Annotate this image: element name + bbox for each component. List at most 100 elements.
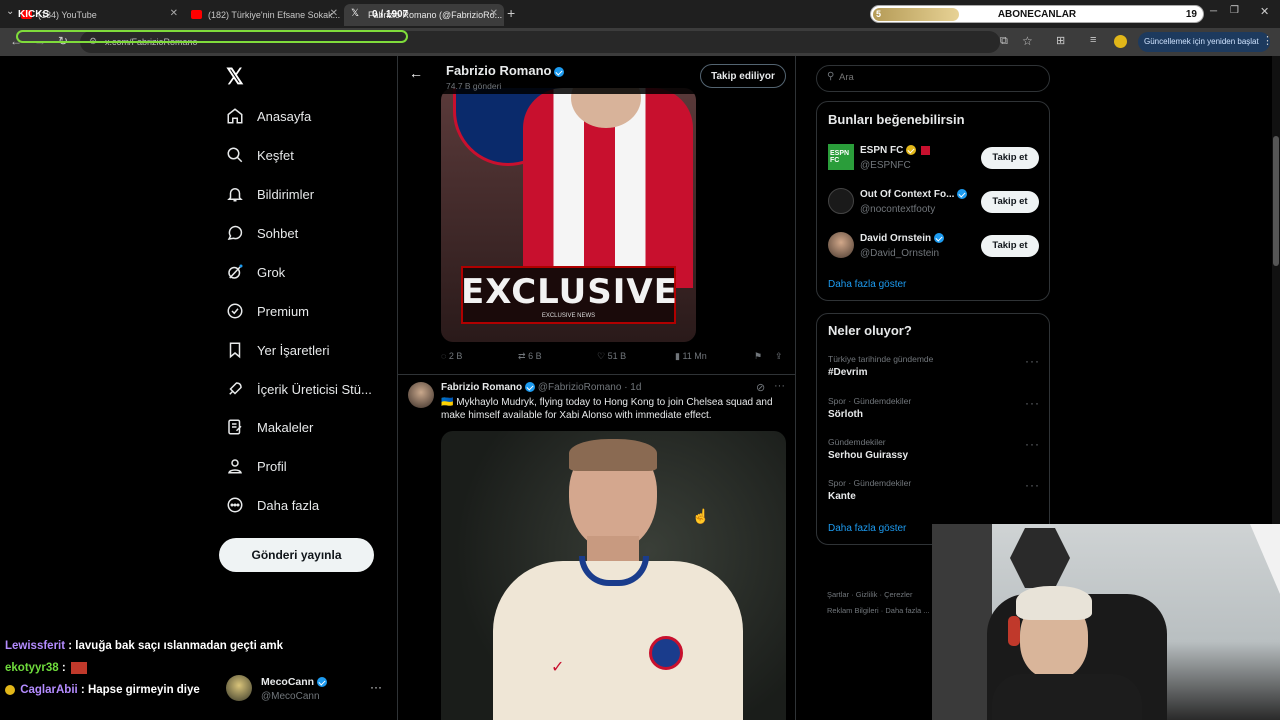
nav-articles[interactable]: Makaleler	[226, 412, 313, 442]
bookmark-post-icon[interactable]: ⚑	[754, 351, 762, 362]
profile-icon	[228, 459, 242, 474]
trend-topic: Serhou Guirassy	[828, 450, 909, 461]
verified-gold-icon	[906, 145, 917, 156]
x-logo-icon[interactable]: 𝕏	[226, 64, 244, 90]
exclusive-subtext: EXCLUSIVE NEWS	[541, 313, 596, 319]
nav-chat[interactable]: Sohbet	[226, 218, 298, 248]
chat-user: ekotyyr38	[5, 662, 59, 675]
nav-profile[interactable]: Profil	[226, 451, 287, 481]
search-input[interactable]	[839, 72, 1039, 83]
like-button[interactable]: ♡ 51 B	[597, 351, 626, 362]
footer-link[interactable]: Çerezler	[884, 590, 912, 599]
scrollbar-thumb[interactable]	[1273, 136, 1279, 266]
divider	[398, 374, 795, 375]
repost-button[interactable]: ⇄ 6 B	[518, 351, 542, 362]
new-tab-button[interactable]: +	[507, 5, 515, 21]
extensions-icon[interactable]: ⊞	[1056, 34, 1065, 47]
window-minimize-button[interactable]: ─	[1210, 6, 1217, 17]
timeline-column: ← Fabrizio Romano 74.7 B gönderi Takip e…	[397, 56, 796, 720]
follow-button[interactable]: Takip et	[981, 147, 1039, 169]
rocket-icon	[229, 382, 242, 395]
account-more-icon[interactable]: ···	[370, 680, 382, 694]
show-more-link[interactable]: Daha fazla göster	[828, 523, 906, 534]
tab-label: (182) Türkiye'nin Efsane Sokak...	[208, 10, 341, 20]
chat-message: :	[61, 662, 66, 675]
suggestion-name-row: Out Of Context Fo...	[860, 189, 968, 200]
nav-explore[interactable]: Keşfet	[226, 140, 294, 170]
reply-button[interactable]: ◌ 2 B	[441, 351, 462, 361]
repost-count: 6 B	[528, 351, 542, 361]
browser-menu-icon[interactable]: ⋮	[1262, 34, 1273, 47]
footer-link[interactable]: Gizlilik	[856, 590, 878, 599]
nav-grok[interactable]: Grok	[226, 257, 285, 287]
show-more-link[interactable]: Daha fazla göster	[828, 279, 906, 290]
post-time[interactable]: · 1d	[624, 382, 641, 393]
nav-more[interactable]: Daha fazla	[226, 490, 319, 520]
post-image-mudryk[interactable]: ✓	[441, 431, 786, 720]
window-restore-button[interactable]: ❐	[1230, 5, 1239, 16]
footer-link[interactable]: Şartlar	[827, 590, 849, 599]
nav-creator-studio[interactable]: İçerik Üreticisi Stü...	[226, 374, 372, 404]
profile-avatar-icon[interactable]	[1114, 35, 1127, 48]
trend-item[interactable]: Türkiye tarihinde gündemde #Devrim ···	[828, 354, 1040, 386]
chat-line: Lewissferit : lavuğa bak saçı ıslanmadan…	[5, 640, 283, 652]
affiliate-badge-icon	[921, 145, 931, 155]
post-more-icon[interactable]: ···	[774, 380, 785, 392]
trend-more-icon[interactable]: ···	[1025, 437, 1040, 451]
chat-message: : lavuğa bak saçı ıslanmadan geçti amk	[68, 640, 284, 652]
post-button[interactable]: Gönderi yayınla	[219, 538, 374, 572]
install-icon[interactable]: ⧉	[1000, 35, 1008, 48]
overlay-green-bar	[16, 30, 408, 43]
suggestion-row[interactable]: David Ornstein @David_Ornstein Takip et	[828, 232, 1040, 262]
post-avatar[interactable]	[408, 382, 434, 408]
nav-label: Makaleler	[257, 419, 314, 435]
media-icon[interactable]: ≡	[1090, 34, 1096, 46]
tab-x-profile[interactable]: 𝕏 Fabrizio Romano (@FabrizioRo... ✕	[344, 4, 504, 26]
bookmark-star-icon[interactable]: ☆	[1022, 34, 1033, 48]
nav-premium[interactable]: Premium	[226, 296, 309, 326]
trend-more-icon[interactable]: ···	[1025, 396, 1040, 410]
suggestion-handle: @ESPNFC	[860, 160, 911, 171]
nav-bookmarks[interactable]: Yer İşaretleri	[226, 335, 330, 365]
views-button[interactable]: ▮ 11 Mn	[675, 351, 707, 362]
trend-more-icon[interactable]: ···	[1025, 354, 1040, 368]
verified-icon	[957, 189, 968, 200]
streamer-body	[992, 674, 1142, 720]
suggestion-row[interactable]: Out Of Context Fo... @nocontextfooty Tak…	[828, 188, 1040, 218]
trend-item[interactable]: Spor · Gündemdekiler Sörloth ···	[828, 396, 1040, 428]
bookmark-icon	[229, 342, 241, 359]
footer-link[interactable]: Reklam Bilgileri	[827, 606, 879, 615]
exclusive-text: EXCLUSIVE	[461, 272, 678, 312]
tab-youtube-2[interactable]: (182) Türkiye'nin Efsane Sokak... ✕	[184, 4, 344, 26]
back-arrow-icon[interactable]: ←	[409, 65, 423, 81]
tab-close-icon[interactable]: ✕	[330, 8, 338, 19]
views-icon: ▮	[675, 351, 680, 361]
trend-item[interactable]: Gündemdekiler Serhou Guirassy ···	[828, 437, 1040, 469]
nav-label: İçerik Üreticisi Stü...	[257, 381, 372, 397]
update-restart-button[interactable]: Güncellemek için yeniden başlat	[1138, 32, 1270, 52]
grok-post-icon[interactable]: ⊘	[756, 381, 765, 394]
account-name: MecoCann	[261, 676, 315, 688]
post-author-name[interactable]: Fabrizio Romano	[441, 382, 522, 393]
search-box[interactable]: ⚲	[816, 65, 1050, 92]
trend-context: Gündemdekiler	[828, 437, 886, 447]
nav-label: Bildirimler	[257, 186, 315, 202]
account-switcher[interactable]: MecoCann @MecoCann ···	[222, 672, 392, 708]
trend-context: Spor · Gündemdekiler	[828, 478, 912, 488]
trend-more-icon[interactable]: ···	[1025, 478, 1040, 492]
tab-close-icon[interactable]: ✕	[170, 8, 178, 19]
follow-button[interactable]: Takip et	[981, 191, 1039, 213]
follow-button[interactable]: Takip et	[981, 235, 1039, 257]
nav-notifications[interactable]: Bildirimler	[226, 179, 314, 209]
trend-item[interactable]: Spor · Gündemdekiler Kante ···	[828, 478, 1040, 510]
suggestion-row[interactable]: ESPN FC ESPN FC @ESPNFC Takip et	[828, 144, 1040, 174]
streamer-hair	[1016, 586, 1092, 620]
following-button[interactable]: Takip ediliyor	[700, 64, 786, 88]
footer-link[interactable]: Daha fazla ...	[885, 606, 929, 615]
window-close-button[interactable]: ✕	[1260, 5, 1269, 18]
tab-close-icon[interactable]: ✕	[490, 8, 498, 19]
nav-label: Anasayfa	[257, 108, 312, 124]
share-icon[interactable]: ⇪	[775, 351, 783, 362]
post-image-exclusive[interactable]: EXCLUSIVE EXCLUSIVE NEWS	[441, 88, 696, 342]
nav-home[interactable]: Anasayfa	[226, 101, 311, 131]
